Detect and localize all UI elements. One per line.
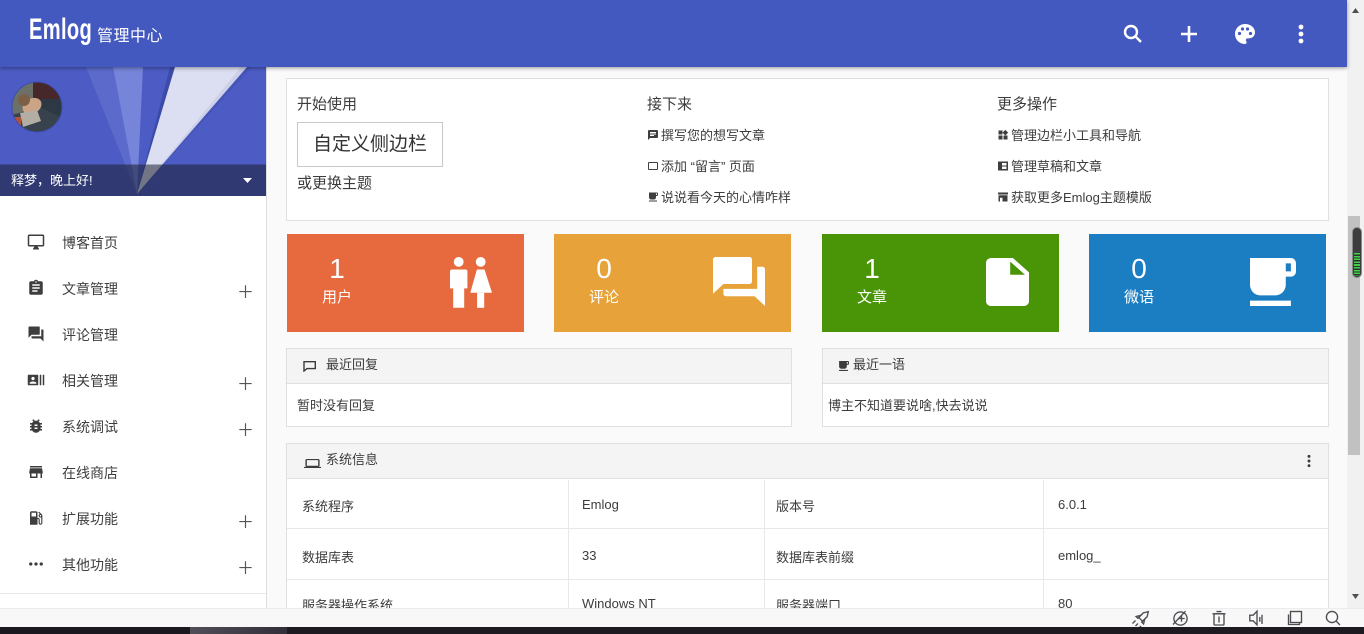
svg-text:释梦，晚上好!: 释梦，晚上好!: [11, 173, 93, 188]
